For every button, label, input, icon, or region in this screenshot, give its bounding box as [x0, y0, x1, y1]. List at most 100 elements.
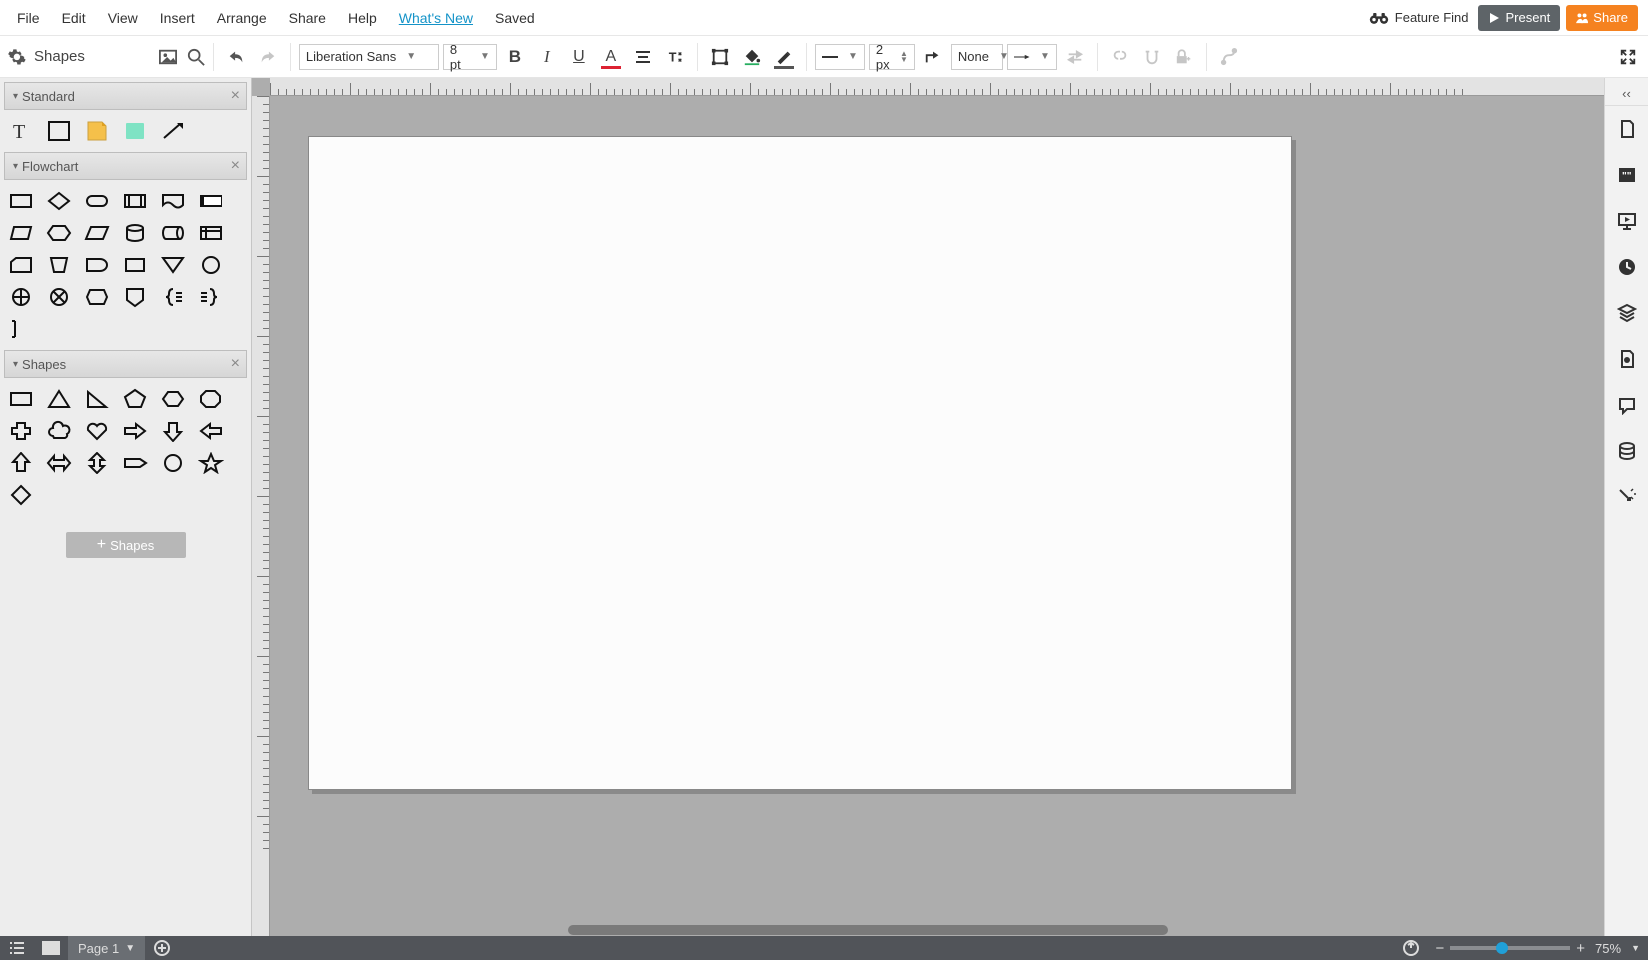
menu-insert[interactable]: Insert [149, 0, 206, 36]
shape-block[interactable] [44, 118, 74, 144]
page-surface[interactable] [308, 136, 1292, 790]
zoom-control[interactable]: − + 75% ▼ [1428, 940, 1648, 957]
shape-arrow-lr[interactable] [44, 450, 74, 476]
outline-view-button[interactable] [0, 936, 34, 960]
caret-down-icon[interactable]: ▼ [1631, 943, 1640, 953]
line-width-select[interactable]: 2 px ▲▼ [869, 44, 915, 70]
shape-collate[interactable] [82, 284, 112, 310]
dock-actions-button[interactable] [1605, 474, 1648, 520]
zoom-slider-knob[interactable] [1496, 942, 1508, 954]
shape-hexagon2[interactable] [158, 386, 188, 412]
shape-terminator[interactable] [82, 188, 112, 214]
shape-brace-l[interactable] [158, 284, 188, 310]
shape-display[interactable] [120, 252, 150, 278]
shape-intstorage[interactable] [196, 220, 226, 246]
close-icon[interactable]: × [231, 87, 240, 105]
fill-color-button[interactable] [738, 43, 766, 71]
line-end-select[interactable]: ▼ [1007, 44, 1057, 70]
menu-file[interactable]: File [6, 0, 51, 36]
menu-whats-new[interactable]: What's New [388, 0, 484, 36]
lock-button[interactable] [1170, 43, 1198, 71]
shape-predef[interactable] [120, 188, 150, 214]
zoom-in-icon[interactable]: + [1576, 940, 1585, 957]
dock-layers-button[interactable] [1605, 290, 1648, 336]
menu-arrange[interactable]: Arrange [206, 0, 278, 36]
zoom-out-icon[interactable]: − [1436, 940, 1445, 957]
shape-frame-button[interactable] [706, 43, 734, 71]
zoom-to-fit-button[interactable] [1394, 936, 1428, 960]
shape-sum[interactable] [6, 284, 36, 310]
category-shapes-header[interactable]: ▾ Shapes × [4, 350, 247, 378]
text-color-button[interactable]: A [597, 43, 625, 71]
dock-context-panel-button[interactable]: "" [1605, 152, 1648, 198]
shape-database[interactable] [120, 220, 150, 246]
shape-line[interactable] [158, 118, 188, 144]
scrollbar-thumb[interactable] [568, 925, 1168, 935]
magnet-button[interactable] [1138, 43, 1166, 71]
shape-text[interactable]: T [6, 118, 36, 144]
insert-image-icon[interactable] [159, 48, 177, 66]
shape-right-tri[interactable] [82, 386, 112, 412]
align-button[interactable] [629, 43, 657, 71]
horizontal-scrollbar[interactable] [308, 924, 1604, 936]
close-icon[interactable]: × [231, 157, 240, 175]
page-select[interactable]: Page 1 ▼ [68, 936, 145, 960]
add-page-button[interactable] [145, 936, 179, 960]
shape-swimh[interactable] [196, 188, 226, 214]
redo-button[interactable] [254, 43, 282, 71]
shape-octagon[interactable] [196, 386, 226, 412]
dock-collapse-button[interactable]: ‹‹ [1605, 82, 1648, 106]
shape-circle[interactable] [158, 450, 188, 476]
border-color-button[interactable] [770, 43, 798, 71]
category-standard-header[interactable]: ▾ Standard × [4, 82, 247, 110]
shape-manual-in[interactable] [44, 252, 74, 278]
dock-present-button[interactable] [1605, 198, 1648, 244]
line-start-select[interactable]: None▼ [951, 44, 1003, 70]
shape-data-io[interactable] [6, 220, 36, 246]
shape-rect2[interactable] [6, 386, 36, 412]
swap-ends-button[interactable] [1061, 43, 1089, 71]
shape-heart[interactable] [82, 418, 112, 444]
category-flowchart-header[interactable]: ▾ Flowchart × [4, 152, 247, 180]
shape-brace-r[interactable] [196, 284, 226, 310]
menu-edit[interactable]: Edit [51, 0, 97, 36]
dock-comments-button[interactable] [1605, 382, 1648, 428]
add-shapes-button[interactable]: + Shapes [66, 532, 186, 558]
underline-button[interactable]: U [565, 43, 593, 71]
font-size-select[interactable]: 8 pt▼ [443, 44, 497, 70]
shape-direct[interactable] [158, 220, 188, 246]
menu-help[interactable]: Help [337, 0, 388, 36]
shape-process[interactable] [6, 188, 36, 214]
shape-note[interactable] [82, 118, 112, 144]
branch-button[interactable] [1215, 43, 1243, 71]
shape-arrow-l[interactable] [196, 418, 226, 444]
shape-arrow-sign[interactable] [120, 450, 150, 476]
canvas-viewport[interactable] [270, 96, 1604, 936]
search-shapes-icon[interactable] [187, 48, 205, 66]
dock-themes-button[interactable] [1605, 336, 1648, 382]
shape-preparation[interactable] [44, 220, 74, 246]
shape-document[interactable] [158, 188, 188, 214]
share-button[interactable]: Share [1566, 5, 1638, 31]
undo-button[interactable] [222, 43, 250, 71]
menu-view[interactable]: View [97, 0, 149, 36]
thumbnail-view-button[interactable] [34, 936, 68, 960]
shape-connector[interactable] [196, 252, 226, 278]
ruler-horizontal[interactable] [270, 78, 1604, 96]
shape-decision[interactable] [44, 188, 74, 214]
fullscreen-button[interactable] [1614, 43, 1642, 71]
shape-cloud[interactable] [44, 418, 74, 444]
zoom-value[interactable]: 75% [1591, 941, 1625, 956]
shape-arrow-u[interactable] [6, 450, 36, 476]
shape-arrow-r[interactable] [120, 418, 150, 444]
bold-button[interactable]: B [501, 43, 529, 71]
text-options-button[interactable]: T [661, 43, 689, 71]
dock-history-button[interactable] [1605, 244, 1648, 290]
shape-pentagon2[interactable] [120, 386, 150, 412]
shape-punch[interactable] [6, 252, 36, 278]
font-select[interactable]: Liberation Sans▼ [299, 44, 439, 70]
feature-find-button[interactable]: Feature Find [1359, 10, 1479, 26]
line-type-button[interactable] [919, 43, 947, 71]
present-button[interactable]: Present [1478, 5, 1560, 31]
shape-offpage[interactable] [120, 284, 150, 310]
